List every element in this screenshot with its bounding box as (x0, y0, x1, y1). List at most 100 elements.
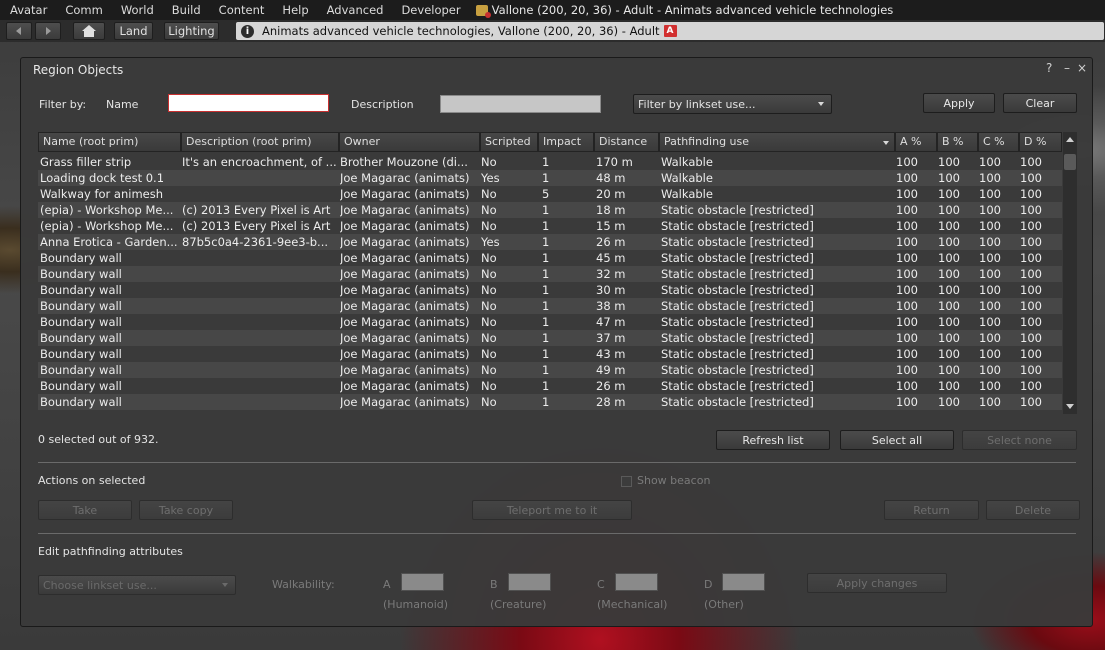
cell-d-percent: 100 (1020, 203, 1042, 217)
column-header-distance[interactable]: Distance (594, 132, 659, 152)
cell-name: (epia) - Workshop Me... (40, 219, 174, 233)
column-header-scripted[interactable]: Scripted (480, 132, 538, 152)
cell-d-percent: 100 (1020, 331, 1042, 345)
teleport-me-to-it-button[interactable]: Teleport me to it (472, 500, 632, 520)
walkability-a-input[interactable] (401, 573, 444, 591)
table-row[interactable]: (epia) - Workshop Me... (c) 2013 Every Pi… (38, 218, 1062, 234)
scrollbar-thumb[interactable] (1064, 154, 1076, 170)
cell-b-percent: 100 (938, 267, 960, 281)
home-button[interactable] (73, 22, 105, 40)
table-row[interactable]: Boundary wall Joe Magarac (animats) No 1 28 … (38, 394, 1062, 410)
column-header-owner[interactable]: Owner (339, 132, 480, 152)
maturity-badge: A (663, 25, 677, 37)
table-row[interactable]: Boundary wall Joe Magarac (animats) No 1 43 … (38, 346, 1062, 362)
table-row[interactable]: Boundary wall Joe Magarac (animats) No 1 30 … (38, 282, 1062, 298)
parcel-properties-icon[interactable] (475, 4, 491, 18)
column-header-pathfinding-use[interactable]: Pathfinding use (659, 132, 895, 152)
walkability-b-input[interactable] (508, 573, 551, 591)
help-icon[interactable]: ? (1046, 61, 1052, 75)
show-beacon-checkbox[interactable] (621, 476, 632, 487)
sort-descending-icon (883, 141, 889, 145)
choose-linkset-use-dropdown[interactable]: Choose linkset use... (38, 575, 236, 595)
cell-a-percent: 100 (896, 235, 918, 249)
cell-impact: 1 (542, 267, 550, 281)
cell-b-percent: 100 (938, 315, 960, 329)
cell-c-percent: 100 (979, 363, 1001, 377)
cell-scripted: No (481, 315, 497, 329)
table-row[interactable]: (epia) - Workshop Me... (c) 2013 Every Pi… (38, 202, 1062, 218)
table-row[interactable]: Boundary wall Joe Magarac (animats) No 1 26 … (38, 378, 1062, 394)
column-header-impact[interactable]: Impact (538, 132, 594, 152)
location-address-bar[interactable]: i Animats advanced vehicle technologies,… (236, 22, 1104, 40)
apply-changes-button[interactable]: Apply changes (807, 573, 947, 593)
refresh-list-button[interactable]: Refresh list (716, 430, 830, 450)
cell-description (182, 314, 338, 330)
scroll-up-icon[interactable] (1066, 137, 1074, 142)
cell-pathfinding-use: Walkable (661, 187, 713, 201)
table-row[interactable]: Boundary wall Joe Magarac (animats) No 1 47 … (38, 314, 1062, 330)
close-icon[interactable]: × (1077, 61, 1087, 75)
table-row[interactable]: Boundary wall Joe Magarac (animats) No 1 45 … (38, 250, 1062, 266)
walkability-c-label: C (597, 578, 605, 591)
column-header-a-percent[interactable]: A % (895, 132, 937, 152)
table-scrollbar[interactable] (1063, 132, 1077, 414)
cell-scripted: No (481, 267, 497, 281)
column-header-description[interactable]: Description (root prim) (181, 132, 339, 152)
land-button[interactable]: Land (114, 22, 153, 40)
column-header-d-percent[interactable]: D % (1019, 132, 1062, 152)
cell-impact: 1 (542, 299, 550, 313)
menu-world[interactable]: World (112, 0, 163, 20)
divider (38, 462, 1076, 463)
menu-content[interactable]: Content (210, 0, 274, 20)
take-button[interactable]: Take (38, 500, 132, 520)
cell-d-percent: 100 (1020, 155, 1042, 169)
table-row[interactable]: Boundary wall Joe Magarac (animats) No 1 49 … (38, 362, 1062, 378)
cell-name: Walkway for animesh (40, 187, 164, 201)
select-none-button[interactable]: Select none (962, 430, 1077, 450)
choose-linkset-use-value: Choose linkset use... (43, 578, 157, 592)
return-button[interactable]: Return (884, 500, 979, 520)
cell-c-percent: 100 (979, 315, 1001, 329)
menu-build[interactable]: Build (163, 0, 210, 20)
info-icon[interactable]: i (241, 24, 254, 38)
table-row[interactable]: Anna Erotica - Garden... 87b5c0a4-2361-9e… (38, 234, 1062, 250)
cell-d-percent: 100 (1020, 395, 1042, 409)
cell-b-percent: 100 (938, 155, 960, 169)
minimize-icon[interactable]: – (1064, 61, 1070, 75)
cell-impact: 5 (542, 187, 550, 201)
back-button[interactable] (6, 22, 32, 40)
location-title[interactable]: Vallone (200, 20, 36) - Adult - Animats … (492, 3, 894, 17)
walkability-c-input[interactable] (615, 573, 658, 591)
menu-help[interactable]: Help (273, 0, 317, 20)
select-all-button[interactable]: Select all (840, 430, 954, 450)
cell-scripted: No (481, 219, 497, 233)
table-row[interactable]: Boundary wall Joe Magarac (animats) No 1 32 … (38, 266, 1062, 282)
clear-filter-button[interactable]: Clear (1003, 93, 1077, 113)
column-header-c-percent[interactable]: C % (978, 132, 1019, 152)
table-row[interactable]: Grass filler strip It's an encroachment, … (38, 154, 1062, 170)
delete-button[interactable]: Delete (986, 500, 1080, 520)
apply-filter-button[interactable]: Apply (923, 93, 995, 113)
forward-button[interactable] (35, 22, 61, 40)
lighting-button[interactable]: Lighting (164, 22, 219, 40)
take-copy-button[interactable]: Take copy (139, 500, 233, 520)
walkability-d-input[interactable] (722, 573, 765, 591)
menu-avatar[interactable]: Avatar (0, 0, 56, 20)
cell-name: Boundary wall (40, 331, 122, 345)
menu-comm[interactable]: Comm (56, 0, 111, 20)
column-header-b-percent[interactable]: B % (937, 132, 978, 152)
cell-owner: Joe Magarac (animats) (340, 363, 470, 377)
table-row[interactable]: Loading dock test 0.1 Joe Magarac (animat… (38, 170, 1062, 186)
cell-pathfinding-use: Static obstacle [restricted] (661, 251, 814, 265)
description-filter-input[interactable] (440, 95, 601, 113)
linkset-use-filter-dropdown[interactable]: Filter by linkset use... (633, 94, 832, 114)
table-row[interactable]: Boundary wall Joe Magarac (animats) No 1 38 … (38, 298, 1062, 314)
column-header-name[interactable]: Name (root prim) (38, 132, 181, 152)
menu-developer[interactable]: Developer (392, 0, 469, 20)
walkability-d-label: D (704, 578, 713, 591)
table-row[interactable]: Boundary wall Joe Magarac (animats) No 1 37 … (38, 330, 1062, 346)
name-filter-input[interactable] (168, 94, 329, 112)
table-row[interactable]: Walkway for animesh Joe Magarac (animats)… (38, 186, 1062, 202)
menu-advanced[interactable]: Advanced (318, 0, 393, 20)
scroll-down-icon[interactable] (1066, 404, 1074, 409)
